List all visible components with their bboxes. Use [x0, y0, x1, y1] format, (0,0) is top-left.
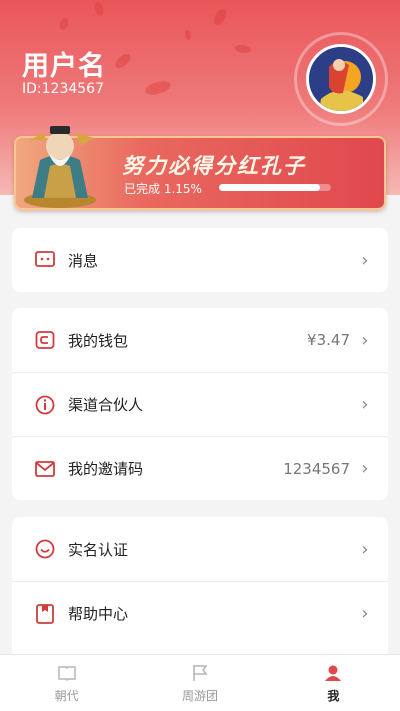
menu-row-invite-code[interactable]: 我的邀请码 1234567 › [12, 436, 388, 500]
petal-decoration [234, 43, 252, 55]
tab-label-me: 我 [327, 688, 340, 703]
wallet-icon [34, 329, 56, 351]
menu-row-channel-partner[interactable]: 渠道合伙人 › [12, 372, 388, 436]
menu-row-real-name[interactable]: 实名认证 › [12, 517, 388, 581]
wallet-balance: ¥3.47 [307, 331, 350, 349]
avatar-illustration-icon [309, 47, 373, 111]
banner-progress-text: 已完成 1.15% [124, 182, 202, 196]
petal-decoration [113, 50, 133, 72]
menu-label-help-center: 帮助中心 [68, 605, 129, 623]
banner-title: 努力必得分红孔子 [122, 154, 306, 178]
info-icon [34, 394, 56, 416]
menu-label-invite-code: 我的邀请码 [68, 460, 144, 478]
user-id: ID:1234567 [22, 81, 104, 97]
chevron-right-icon: › [361, 394, 369, 415]
petal-decoration [212, 6, 228, 28]
petal-decoration [59, 17, 69, 31]
username: 用户名 [22, 51, 106, 82]
menu-label-messages: 消息 [68, 251, 99, 270]
chevron-right-icon: › [361, 603, 369, 624]
avatar[interactable] [306, 44, 376, 114]
tab-tour-group[interactable]: 周游团 [133, 655, 266, 711]
menu-card-account: 我的钱包 ¥3.47 › 渠道合伙人 › 我的邀请码 1234567 › [12, 308, 388, 500]
progress-track [219, 184, 331, 191]
progress-fill [219, 184, 320, 191]
smile-icon [34, 538, 56, 560]
chevron-right-icon: › [361, 538, 369, 560]
tab-me[interactable]: 我 [267, 655, 400, 711]
book-icon [56, 663, 78, 683]
confucius-mascot-icon [10, 110, 112, 210]
bookmark-icon [34, 603, 56, 625]
tab-label-dynasty: 朝代 [54, 688, 79, 703]
tab-dynasty[interactable]: 朝代 [0, 655, 133, 711]
menu-label-wallet: 我的钱包 [68, 331, 129, 350]
petal-decoration [183, 29, 193, 41]
petal-decoration [144, 79, 172, 97]
petal-decoration [92, 0, 106, 18]
chevron-right-icon: › [361, 458, 369, 479]
tab-label-tour-group: 周游团 [181, 688, 218, 703]
flag-icon [189, 663, 211, 683]
menu-card-messages: 消息 › [12, 228, 388, 292]
mail-icon [34, 458, 56, 480]
menu-row-help-center[interactable]: 帮助中心 › [12, 581, 388, 645]
bottom-tab-bar: 朝代 周游团 我 [0, 654, 400, 711]
user-icon [322, 663, 344, 683]
menu-label-real-name: 实名认证 [68, 540, 129, 559]
menu-row-messages[interactable]: 消息 › [12, 228, 388, 292]
invite-code-value: 1234567 [283, 459, 350, 478]
menu-card-support: 实名认证 › 帮助中心 › [12, 517, 388, 654]
menu-row-wallet[interactable]: 我的钱包 ¥3.47 › [12, 308, 388, 372]
message-icon [34, 249, 56, 271]
menu-label-channel-partner: 渠道合伙人 [68, 396, 144, 414]
chevron-right-icon: › [361, 329, 369, 351]
chevron-right-icon: › [361, 249, 369, 271]
